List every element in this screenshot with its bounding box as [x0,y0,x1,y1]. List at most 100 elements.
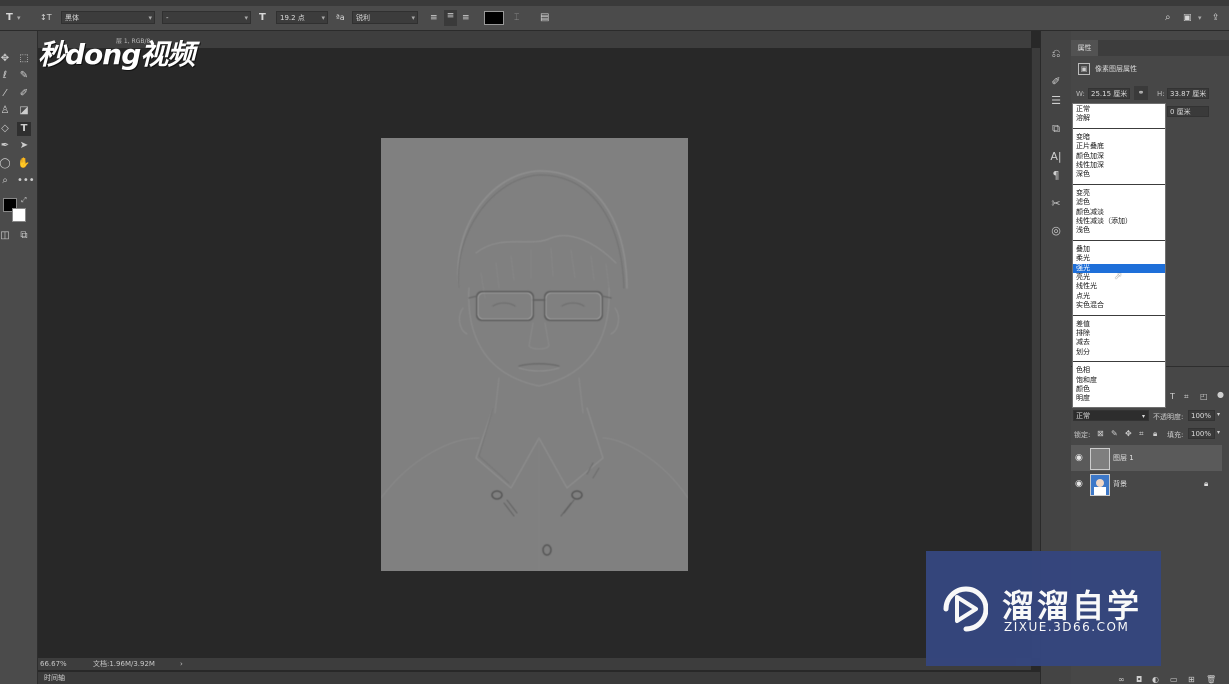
warp-text-icon[interactable]: ⌶ [514,12,519,24]
width-field[interactable]: 25.15 厘米 [1088,88,1130,99]
shape-tool-icon[interactable]: ◯ [0,157,12,171]
lock-position-icon[interactable]: ✥ [1125,429,1132,438]
align-center-icon[interactable]: ≡ [444,10,457,26]
pen-tool-icon[interactable]: ✒ [0,139,12,153]
document-canvas[interactable] [381,138,688,571]
lock-paint-icon[interactable]: ✎ [1111,429,1118,438]
marquee-tool-icon[interactable]: ⬚ [17,52,31,66]
chevron-down-icon[interactable]: ▾ [1217,429,1220,436]
blend-mode-option[interactable]: 减去 [1073,338,1165,347]
quick-mask-icon[interactable]: ◫ [0,229,12,243]
blend-mode-option[interactable]: 深色 [1073,170,1165,179]
lock-transparent-icon[interactable]: ⊠ [1097,429,1104,438]
eyedropper-tool-icon[interactable]: ⁄ [0,87,12,101]
blend-mode-option[interactable]: 变亮 [1073,189,1165,198]
lock-artboard-icon[interactable]: ⌗ [1139,429,1144,439]
history-icon[interactable]: ⎌ [1049,47,1063,61]
character-panel-icon[interactable]: ▤ [540,12,549,24]
tools-icon[interactable]: ✂ [1049,197,1063,210]
link-layers-icon[interactable]: ∞ [1118,675,1125,684]
brush-settings-icon[interactable]: ✐ [1049,75,1063,88]
zoom-level[interactable]: 66.67% [40,658,67,670]
blend-mode-option[interactable]: 饱和度 [1073,376,1165,385]
text-orientation-icon[interactable]: ↕T [40,12,52,24]
layer-row[interactable]: ◉ 图层 1 [1071,445,1222,471]
blend-mode-option[interactable]: 实色混合 [1073,301,1165,310]
hand-tool-icon[interactable]: ✋ [17,157,31,171]
type-tool-icon[interactable]: T [6,12,13,24]
lasso-tool-icon[interactable]: ℓ [0,69,12,83]
font-style-select[interactable]: - ▾ [162,11,251,24]
stamp-tool-icon[interactable]: ♙ [0,104,12,118]
blend-mode-select[interactable]: 正常 ▾ [1073,410,1149,421]
blend-mode-option[interactable]: 浅色 [1073,226,1165,235]
zoom-tool-icon[interactable]: ⌕ [0,174,12,188]
blend-mode-option[interactable]: 线性减淡（添加） [1073,217,1165,226]
brush-tool-icon[interactable]: ✐ [17,87,31,101]
character-icon[interactable]: A| [1049,150,1063,163]
blend-mode-option[interactable]: 滤色 [1073,198,1165,207]
visibility-eye-icon[interactable]: ◉ [1075,445,1083,471]
blend-mode-option[interactable]: 明度 [1073,394,1165,403]
lock-all-icon[interactable]: 🔒︎ [1153,429,1157,439]
blend-mode-option[interactable]: 溶解 [1073,114,1165,123]
y-position-field[interactable]: 0 厘米 [1167,106,1209,117]
tool-preset-chevron-icon[interactable]: ▾ [17,12,21,24]
font-family-select[interactable]: 黑体 ▾ [61,11,155,24]
blend-mode-dropdown[interactable]: 正常 溶解变暗 正片叠底 颜色加深 线性加深 深色变亮 滤色 颜色减淡 线性减淡（添加） 浅色叠加… [1072,103,1166,408]
blend-mode-option[interactable]: 颜色 [1073,385,1165,394]
search-icon[interactable]: ⌕ [1165,12,1171,24]
new-group-icon[interactable]: ▭ [1170,675,1178,684]
text-color-swatch[interactable] [484,11,504,25]
screen-mode-icon[interactable]: ⧉ [17,229,31,243]
blend-mode-option[interactable]: 排除 [1073,329,1165,338]
height-field[interactable]: 33.87 厘米 [1167,88,1209,99]
blend-mode-option[interactable]: 正片叠底 [1073,142,1165,151]
blend-mode-option[interactable]: 叠加 [1073,245,1165,254]
delete-layer-icon[interactable]: 🗑︎ [1206,675,1216,684]
chevron-down-icon[interactable]: ▾ [1217,411,1220,418]
blend-mode-option[interactable]: 差值 [1073,320,1165,329]
blend-mode-option[interactable]: 点光 [1073,292,1165,301]
path-select-tool-icon[interactable]: ➤ [17,139,31,153]
layer-name[interactable]: 背景 [1113,471,1127,497]
align-right-icon[interactable]: ≡ [462,12,470,24]
align-left-icon[interactable]: ≡ [430,12,438,24]
status-menu-arrow-icon[interactable]: › [180,658,183,670]
blend-mode-option[interactable]: 正常 [1073,105,1165,114]
tab-properties[interactable]: 属性 [1071,40,1098,56]
layer-row[interactable]: ◉ 背景 🔒︎ [1071,471,1222,497]
blend-mode-option[interactable]: 线性加深 [1073,161,1165,170]
filter-type-icon[interactable]: T [1170,392,1175,401]
new-layer-icon[interactable]: ⊞ [1188,675,1195,684]
swap-colors-icon[interactable]: ⤢ [17,193,31,207]
filter-shape-icon[interactable]: ⌗ [1184,392,1189,402]
blend-mode-option[interactable]: 颜色减淡 [1073,208,1165,217]
quick-select-tool-icon[interactable]: ✎ [17,69,31,83]
antialias-select[interactable]: 锐利 ▾ [352,11,418,24]
styles-icon[interactable]: ⧉ [1049,122,1063,136]
blend-mode-option[interactable]: 颜色加深 [1073,152,1165,161]
chevron-down-icon[interactable]: ▾ [1198,12,1202,24]
move-tool-icon[interactable]: ✥ [0,52,12,66]
link-dimensions-icon[interactable]: ⚭ [1134,86,1148,100]
workspace-icon[interactable]: ▣ [1183,12,1192,24]
visibility-eye-icon[interactable]: ◉ [1075,471,1083,497]
add-mask-icon[interactable]: ◘ [1136,675,1142,684]
eraser-tool-icon[interactable]: ◪ [17,104,31,118]
blend-mode-option[interactable]: 线性光 [1073,282,1165,291]
background-color-swatch[interactable] [12,208,26,222]
paragraph-icon[interactable]: ¶ [1049,169,1063,182]
paint-bucket-tool-icon[interactable]: ◇ [0,122,12,136]
opacity-field[interactable]: 100% [1188,410,1215,421]
blend-mode-option[interactable]: 色相 [1073,366,1165,375]
blend-mode-option[interactable]: 变暗 [1073,133,1165,142]
layer-name[interactable]: 图层 1 [1113,445,1134,471]
fill-field[interactable]: 100% [1188,428,1215,439]
adjustment-layer-icon[interactable]: ◐ [1152,675,1159,684]
adjustments-icon[interactable]: ☰ [1049,94,1063,107]
filter-toggle-icon[interactable]: ● [1217,390,1224,399]
blend-mode-option[interactable]: 柔光 [1073,254,1165,263]
blend-mode-option[interactable]: 划分 [1073,348,1165,357]
type-tool-icon[interactable]: T [17,122,31,136]
